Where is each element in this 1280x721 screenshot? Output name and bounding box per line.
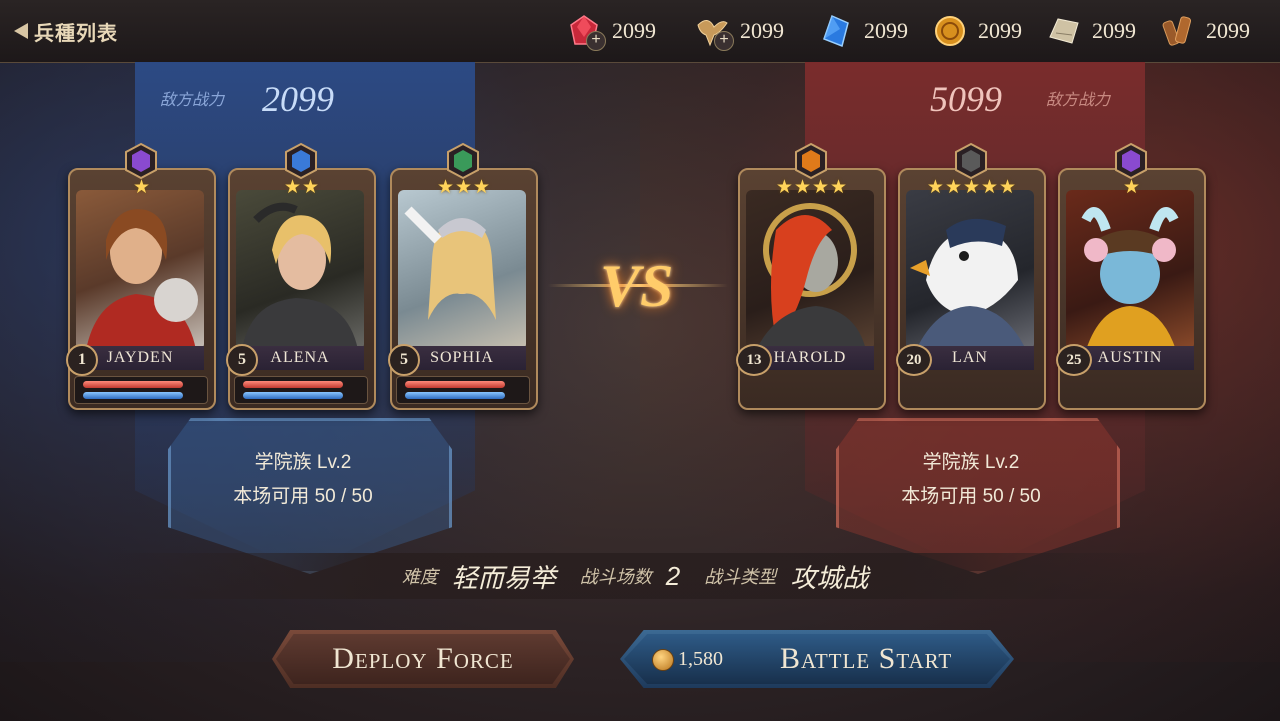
resource-value: 2099	[1206, 18, 1250, 43]
hero-level: 5	[226, 344, 258, 376]
left-faction: 学院族 Lv.2	[254, 452, 352, 473]
resource-value: 2099	[864, 18, 908, 43]
back-arrow-icon	[14, 23, 28, 39]
hero-level: 13	[736, 344, 772, 376]
wood-log-icon	[1160, 13, 1196, 49]
right-team-info: 学院族 Lv.2 本场可用 50 / 50	[846, 446, 1096, 514]
right-power-label: 敌方战力	[1046, 92, 1111, 109]
left-team-info: 学院族 Lv.2 本场可用 50 / 50	[178, 446, 428, 514]
hero-card-alena[interactable]: ★★ ALENA 5	[226, 142, 376, 410]
left-power-label: 敌方战力	[160, 92, 225, 109]
hero-portrait	[76, 190, 204, 350]
hero-card-austin[interactable]: ★ AUSTIN 25	[1056, 142, 1206, 410]
hero-level: 20	[896, 344, 932, 376]
right-usage: 本场可用 50 / 50	[901, 486, 1041, 507]
hero-card-sophia[interactable]: ★★★ SOPHIA 5	[388, 142, 538, 410]
difficulty-label: 难度	[401, 567, 438, 587]
left-usage: 本场可用 50 / 50	[233, 486, 373, 507]
mana-bar	[405, 392, 505, 399]
vs-emblem: VS	[600, 253, 674, 319]
ruby-gem-icon: +	[566, 13, 606, 51]
hero-card-lan[interactable]: ★★★★★ LAN 20	[896, 142, 1046, 410]
health-bar	[405, 381, 505, 388]
page-title: 兵種列表	[34, 22, 118, 45]
resource-crystal: 2099	[818, 12, 908, 50]
resource-eagle[interactable]: + 2099	[694, 12, 784, 51]
battle-type-label: 战斗类型	[704, 567, 777, 587]
hero-stat-bars	[396, 376, 530, 404]
add-ruby-icon[interactable]: +	[586, 31, 606, 51]
hero-level: 1	[66, 344, 98, 376]
resource-stone: 2099	[1046, 12, 1136, 50]
resource-value: 2099	[1092, 18, 1136, 43]
hero-portrait	[398, 190, 526, 350]
resource-value: 2099	[978, 18, 1022, 43]
battle-info-bar: 难度 轻而易举 战斗场数 2 战斗类型 攻城战	[0, 553, 1280, 599]
right-power-value: 5099	[930, 79, 1002, 119]
hero-card-jayden[interactable]: ★ JAYDEN 1	[66, 142, 216, 410]
mana-bar	[83, 392, 183, 399]
battle-type-value: 攻城战	[790, 562, 869, 593]
rarity-gem-icon	[122, 142, 160, 180]
rarity-gem-icon	[1112, 142, 1150, 180]
deploy-force-label: Deploy Force	[332, 642, 514, 675]
rounds-value: 2	[665, 560, 681, 591]
rarity-gem-icon	[444, 142, 482, 180]
battle-start-button[interactable]: 1,580 Battle Start	[620, 630, 1014, 688]
battle-cost: 1,580	[678, 648, 723, 670]
resource-ruby[interactable]: + 2099	[566, 12, 656, 51]
resource-coin: 2099	[932, 12, 1022, 50]
hero-portrait	[1066, 190, 1194, 350]
add-eagle-icon[interactable]: +	[714, 31, 734, 51]
difficulty-value: 轻而易举	[451, 562, 556, 593]
resource-value: 2099	[612, 18, 656, 43]
hero-card-harold[interactable]: ★★★★ HAROLD 13	[736, 142, 886, 410]
hero-level: 5	[388, 344, 420, 376]
gold-coin-icon	[932, 13, 968, 49]
top-bar: 兵種列表 + 2099 + 2099 2099 2099 2099 2099	[0, 0, 1280, 63]
hero-portrait	[906, 190, 1034, 350]
battle-start-label: Battle Start	[780, 642, 953, 675]
health-bar	[83, 381, 183, 388]
hero-level: 25	[1056, 344, 1092, 376]
deploy-force-button[interactable]: Deploy Force	[272, 630, 574, 688]
stone-slab-icon	[1046, 13, 1082, 49]
resource-value: 2099	[740, 18, 784, 43]
back-button[interactable]: 兵種列表	[14, 14, 118, 48]
health-bar	[243, 381, 343, 388]
resource-wood: 2099	[1160, 12, 1250, 50]
blue-crystal-icon	[818, 13, 854, 49]
hero-portrait	[236, 190, 364, 350]
right-faction: 学院族 Lv.2	[922, 452, 1020, 473]
eagle-wing-icon: +	[694, 13, 734, 51]
mana-bar	[243, 392, 343, 399]
hero-portrait	[746, 190, 874, 350]
hero-stat-bars	[234, 376, 368, 404]
hero-stat-bars	[74, 376, 208, 404]
rarity-gem-icon	[952, 142, 990, 180]
rarity-gem-icon	[282, 142, 320, 180]
gold-coin-icon	[652, 649, 674, 671]
rounds-label: 战斗场数	[579, 567, 652, 587]
rarity-gem-icon	[792, 142, 830, 180]
left-power-value: 2099	[262, 79, 334, 119]
